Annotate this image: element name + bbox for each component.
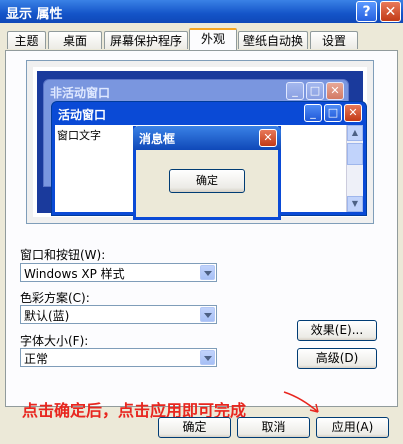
window-text: 窗口文字 (57, 129, 101, 142)
color-scheme-value: 默认(蓝) (24, 309, 70, 323)
font-size-value: 正常 (24, 352, 49, 366)
windows-buttons-select[interactable]: Windows XP 样式 (20, 263, 217, 282)
font-size-select[interactable]: 正常 (20, 348, 217, 367)
active-window-title: 活动窗口 (58, 108, 107, 122)
cancel-button[interactable]: 取消 (237, 417, 310, 438)
preview-background: 非活动窗口 _ □ ✕ 活动窗口 _ □ ✕ 窗口文字 ▲ ▼ 消息框 ✕ 确定 (33, 67, 367, 220)
close-icon[interactable]: ✕ (380, 1, 401, 22)
color-scheme-select[interactable]: 默认(蓝) (20, 305, 217, 324)
scroll-down-icon: ▼ (347, 196, 363, 212)
tab-themes[interactable]: 主题 (7, 31, 46, 49)
appearance-preview: 非活动窗口 _ □ ✕ 活动窗口 _ □ ✕ 窗口文字 ▲ ▼ 消息框 ✕ 确定 (26, 60, 374, 224)
windows-buttons-value: Windows XP 样式 (24, 267, 125, 281)
tab-screensaver[interactable]: 屏幕保护程序 (104, 31, 188, 49)
color-scheme-label: 色彩方案(C): (20, 291, 90, 305)
inactive-window-buttons: _ □ ✕ (284, 82, 344, 100)
ok-button[interactable]: 确定 (158, 417, 231, 438)
apply-button[interactable]: 应用(A) (316, 417, 389, 438)
tab-desktop[interactable]: 桌面 (48, 31, 102, 49)
scroll-up-icon: ▲ (347, 125, 363, 141)
active-window-buttons: _ □ ✕ (302, 104, 362, 122)
inactive-window-title: 非活动窗口 (50, 86, 111, 100)
tab-settings[interactable]: 设置 (310, 31, 358, 49)
advanced-button[interactable]: 高级(D) (297, 348, 377, 369)
preview-scrollbar: ▲ ▼ (346, 125, 363, 212)
close-icon: ✕ (259, 129, 277, 147)
maximize-icon: □ (306, 82, 324, 100)
scroll-thumb (347, 143, 363, 165)
close-icon: ✕ (344, 104, 362, 122)
effects-button[interactable]: 效果(E)... (297, 320, 377, 341)
preview-message-box: 消息框 ✕ 确定 (133, 126, 281, 220)
preview-desktop: 非活动窗口 _ □ ✕ 活动窗口 _ □ ✕ 窗口文字 ▲ ▼ 消息框 ✕ 确定 (37, 71, 367, 220)
chevron-down-icon[interactable] (200, 350, 215, 365)
annotation-arrow-icon (283, 391, 319, 413)
windows-buttons-label: 窗口和按钮(W): (20, 248, 106, 262)
title-bar[interactable]: 显示 属性 ? ✕ (0, 0, 403, 23)
minimize-icon: _ (286, 82, 304, 100)
message-box-ok-button: 确定 (169, 169, 245, 193)
tab-appearance[interactable]: 外观 (189, 28, 237, 50)
tab-wallpaper-changer[interactable]: 壁纸自动换 (238, 31, 308, 49)
chevron-down-icon[interactable] (200, 265, 215, 280)
message-box-title: 消息框 (139, 132, 176, 146)
minimize-icon: _ (304, 104, 322, 122)
window-title: 显示 属性 (6, 7, 63, 22)
font-size-label: 字体大小(F): (20, 334, 89, 348)
maximize-icon: □ (324, 104, 342, 122)
message-box-titlebar: 消息框 ✕ (133, 126, 281, 150)
close-icon: ✕ (326, 82, 344, 100)
chevron-down-icon[interactable] (200, 307, 215, 322)
help-icon[interactable]: ? (356, 1, 377, 22)
tab-bar: 主题 桌面 屏幕保护程序 外观 壁纸自动换 设置 (5, 28, 400, 51)
